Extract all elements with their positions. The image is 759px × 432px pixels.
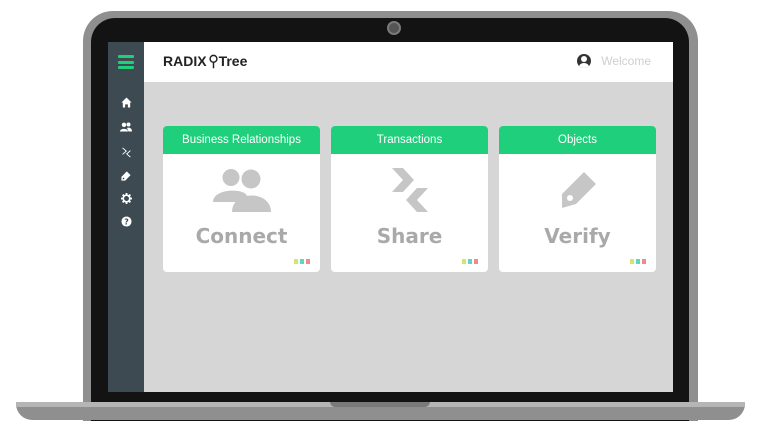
brand-name-left: RADIX: [163, 53, 207, 69]
app-screen: ? RADIX Tree Welcome Business Relationsh…: [108, 42, 673, 392]
card-connect[interactable]: Business Relationships Connect: [163, 126, 320, 272]
transfer-icon: [331, 166, 488, 214]
status-indicator: [294, 259, 310, 264]
menu-icon[interactable]: [118, 55, 134, 69]
card-title: Share: [376, 224, 443, 248]
laptop-base-notch: [330, 402, 430, 407]
card-verify[interactable]: Objects Verify: [499, 126, 656, 272]
location-pin-icon: [208, 54, 218, 68]
user-avatar-icon: [577, 54, 592, 68]
home-icon[interactable]: [116, 97, 136, 113]
status-indicator: [462, 259, 478, 264]
gear-icon[interactable]: [116, 193, 136, 209]
card-header: Objects: [499, 126, 656, 154]
svg-text:?: ?: [124, 217, 129, 226]
card-share[interactable]: Transactions Share: [331, 126, 488, 272]
webcam: [387, 21, 401, 35]
card-title: Verify: [544, 224, 611, 248]
card-title: Connect: [195, 224, 288, 248]
tag-icon: [499, 166, 656, 214]
welcome-label: Welcome: [601, 54, 651, 68]
user-menu[interactable]: Welcome: [577, 54, 651, 68]
help-icon[interactable]: ?: [116, 216, 136, 232]
top-bar: RADIX Tree Welcome: [144, 42, 673, 82]
transfer-icon[interactable]: [116, 147, 136, 163]
sidebar: ?: [108, 42, 144, 392]
users-icon[interactable]: [116, 122, 136, 138]
status-indicator: [630, 259, 646, 264]
brand-name-right: Tree: [218, 53, 248, 69]
card-header: Transactions: [331, 126, 488, 154]
laptop-mockup: ? RADIX Tree Welcome Business Relationsh…: [0, 0, 759, 432]
users-icon: [163, 166, 320, 214]
brand-logo[interactable]: RADIX Tree: [163, 53, 247, 69]
card-header: Business Relationships: [163, 126, 320, 154]
tag-icon[interactable]: [116, 171, 136, 187]
